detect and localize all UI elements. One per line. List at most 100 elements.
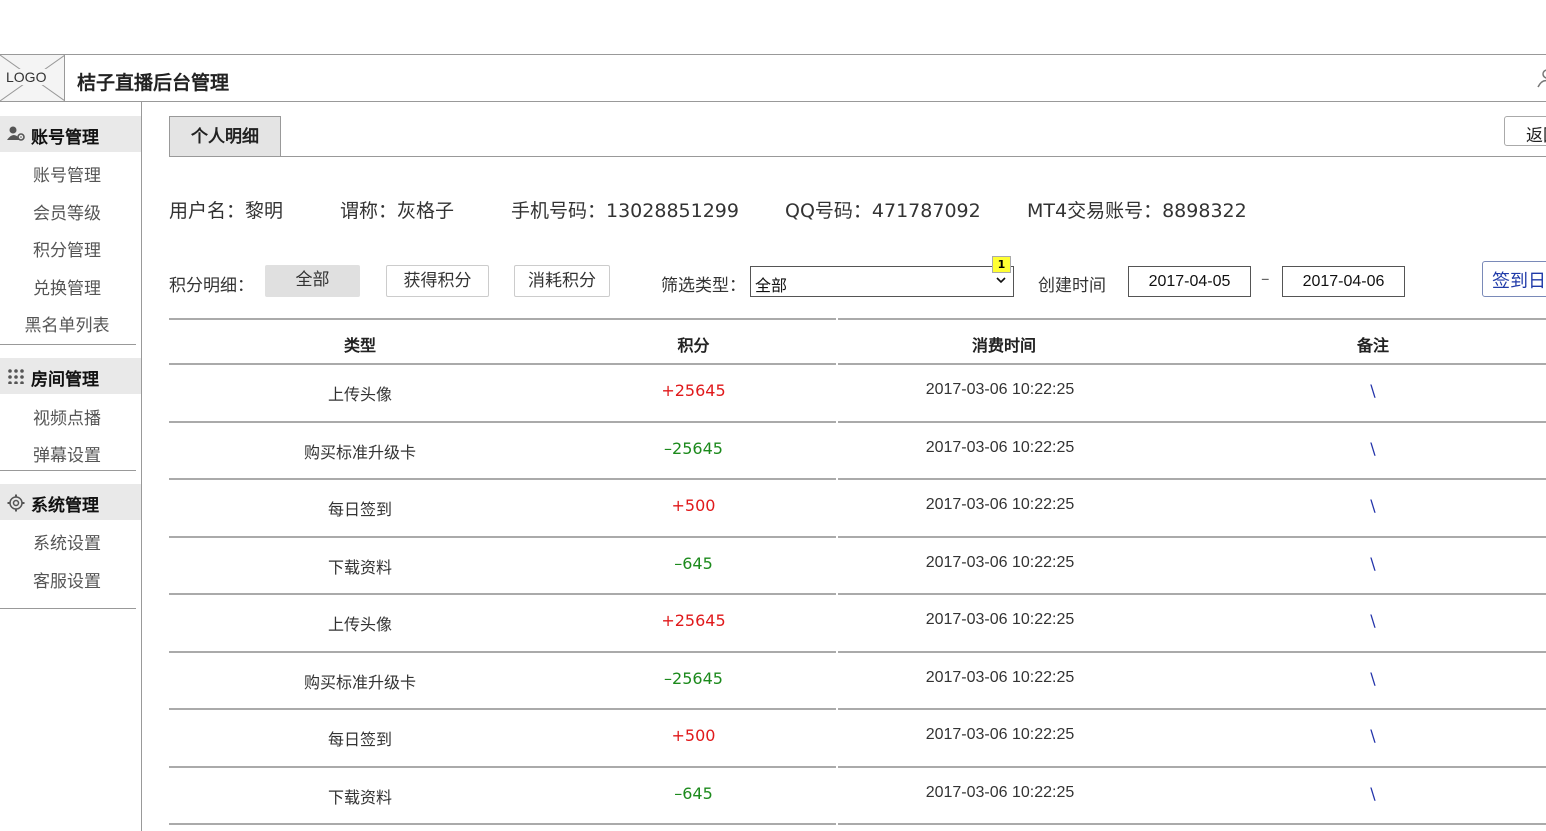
- sidebar-group-account[interactable]: 账号管理: [0, 116, 141, 152]
- column-header-type: 类型: [343, 336, 376, 355]
- cell-time: 2017-03-06 10:22:25: [925, 669, 1075, 686]
- cell-note: \: [1370, 554, 1376, 573]
- cell-note: \: [1370, 381, 1376, 400]
- cell-time: 2017-03-06 10:22:25: [925, 381, 1075, 398]
- annotation-badge: 1: [992, 256, 1011, 273]
- info-username: 用户名：黎明: [169, 200, 284, 222]
- chevron-down-icon: [996, 277, 1006, 284]
- info-mt4: MT4交易账号：8898322: [1027, 200, 1247, 222]
- info-phone: 手机号码：13028851299: [511, 200, 739, 222]
- row-divider: [169, 421, 836, 423]
- row-divider: [838, 478, 1546, 480]
- column-header-note: 备注: [1356, 336, 1389, 355]
- sidebar-item-account[interactable]: 账号管理: [0, 161, 134, 186]
- cell-type: 每日签到: [327, 730, 392, 749]
- sidebar-item-points[interactable]: 积分管理: [0, 236, 134, 261]
- row-divider: [169, 651, 836, 653]
- sidebar-item-member-level[interactable]: 会员等级: [0, 199, 134, 224]
- row-divider: [169, 536, 836, 538]
- cell-time: 2017-03-06 10:22:25: [925, 784, 1075, 801]
- table-top-border: [169, 318, 836, 320]
- row-divider: [169, 593, 836, 595]
- type-filter-label: 筛选类型：: [661, 276, 746, 296]
- row-divider: [838, 823, 1546, 825]
- cell-time: 2017-03-06 10:22:25: [925, 554, 1075, 571]
- cell-note: \: [1370, 669, 1376, 688]
- app-title: 桔子直播后台管理: [77, 72, 230, 94]
- type-select[interactable]: 全部: [750, 266, 1014, 297]
- cell-points: +500: [671, 496, 716, 515]
- sidebar-group-label: 系统管理: [31, 496, 99, 516]
- cell-type: 购买标准升级卡: [303, 673, 416, 692]
- table-top-border: [838, 318, 1546, 320]
- points-filter-label: 积分明细：: [169, 276, 254, 296]
- column-header-points: 积分: [677, 336, 710, 355]
- back-button[interactable]: 返回: [1504, 116, 1546, 146]
- row-divider: [838, 651, 1546, 653]
- cell-time: 2017-03-06 10:22:25: [925, 439, 1075, 456]
- sidebar-divider: [0, 344, 136, 345]
- top-header: LOGO 桔子直播后台管理: [0, 54, 1546, 102]
- cell-points: –645: [674, 784, 713, 803]
- cell-note: \: [1370, 439, 1376, 458]
- sidebar-group-label: 账号管理: [31, 128, 99, 148]
- cell-type: 上传头像: [327, 385, 392, 404]
- tab-divider: [169, 156, 1546, 157]
- cell-note: \: [1370, 726, 1376, 745]
- cell-type: 下载资料: [327, 788, 392, 807]
- user-icon[interactable]: [1536, 69, 1546, 89]
- cell-note: \: [1370, 496, 1376, 515]
- cell-points: –645: [674, 554, 713, 573]
- cell-points: +500: [671, 726, 716, 745]
- sidebar-item-service-settings[interactable]: 客服设置: [0, 567, 134, 592]
- date-from-input[interactable]: 2017-04-05: [1128, 266, 1251, 297]
- gear-icon: [7, 494, 25, 512]
- row-divider: [838, 421, 1546, 423]
- table-header-divider: [169, 363, 836, 365]
- grid-dots-icon: [8, 369, 24, 384]
- info-qq: QQ号码：471787092: [785, 200, 981, 222]
- cell-type: 每日签到: [327, 500, 392, 519]
- date-to-input[interactable]: 2017-04-06: [1282, 266, 1405, 297]
- row-divider: [169, 766, 836, 768]
- sidebar-divider: [0, 608, 136, 609]
- row-divider: [838, 536, 1546, 538]
- sidebar-item-danmaku[interactable]: 弹幕设置: [0, 441, 134, 466]
- cell-note: \: [1370, 611, 1376, 630]
- sidebar-group-system[interactable]: 系统管理: [0, 484, 141, 520]
- sidebar-item-vod[interactable]: 视频点播: [0, 404, 134, 429]
- filter-spent-button[interactable]: 消耗积分: [514, 265, 610, 297]
- cell-time: 2017-03-06 10:22:25: [925, 611, 1075, 628]
- type-select-value: 全部: [755, 276, 788, 295]
- filter-earned-button[interactable]: 获得积分: [386, 265, 489, 297]
- sidebar-divider: [0, 470, 136, 471]
- sidebar-group-room[interactable]: 房间管理: [0, 358, 141, 394]
- row-divider: [838, 593, 1546, 595]
- row-divider: [169, 478, 836, 480]
- signin-log-button[interactable]: 签到日志: [1482, 261, 1546, 297]
- cell-time: 2017-03-06 10:22:25: [925, 726, 1075, 743]
- sidebar-item-system-settings[interactable]: 系统设置: [0, 529, 134, 554]
- row-divider: [838, 766, 1546, 768]
- cell-note: \: [1370, 784, 1376, 803]
- created-time-label: 创建时间: [1038, 276, 1106, 296]
- cell-points: –25645: [664, 669, 723, 688]
- cell-points: –25645: [664, 439, 723, 458]
- sidebar: 账号管理 账号管理 会员等级 积分管理 兑换管理 黑名单列表 房间管理 视频点播…: [0, 102, 142, 831]
- sidebar-group-label: 房间管理: [31, 370, 99, 390]
- sidebar-item-exchange[interactable]: 兑换管理: [0, 274, 134, 299]
- table-header-divider: [838, 363, 1546, 365]
- cell-type: 上传头像: [327, 615, 392, 634]
- logo-text: LOGO: [5, 69, 48, 85]
- cell-type: 下载资料: [327, 558, 392, 577]
- sidebar-item-blacklist[interactable]: 黑名单列表: [0, 311, 134, 336]
- row-divider: [169, 823, 836, 825]
- column-header-time: 消费时间: [971, 336, 1036, 355]
- cell-type: 购买标准升级卡: [303, 443, 416, 462]
- user-gear-icon: [7, 126, 25, 141]
- filter-all-button[interactable]: 全部: [265, 265, 360, 297]
- cell-time: 2017-03-06 10:22:25: [925, 496, 1075, 513]
- tab-personal-detail[interactable]: 个人明细: [169, 116, 281, 157]
- row-divider: [169, 708, 836, 710]
- date-separator: –: [1261, 269, 1270, 289]
